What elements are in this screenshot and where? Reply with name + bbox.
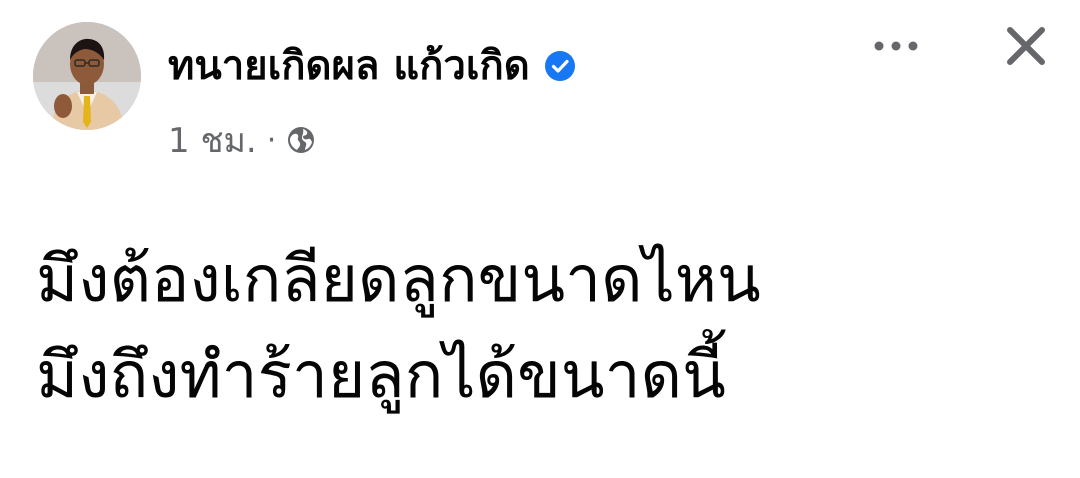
author-name[interactable]: ทนายเกิดผล แก้วเกิด (168, 38, 530, 94)
more-dots-icon (874, 41, 918, 51)
verified-badge-icon (544, 50, 576, 82)
close-icon (1007, 27, 1045, 65)
more-options-button[interactable] (866, 24, 926, 68)
post-body: มึงต้องเกลียดลูกขนาดไหน มึงถึงทำร้ายลูกไ… (36, 232, 1056, 424)
post-text-line-2: มึงถึงทำร้ายลูกได้ขนาดนี้ (36, 339, 726, 413)
facebook-post: ทนายเกิดผล แก้วเกิด 1 ชม. · มึงต้องเกลีย… (0, 0, 1080, 478)
author-avatar[interactable] (33, 22, 141, 130)
close-button[interactable] (998, 18, 1054, 74)
author-row: ทนายเกิดผล แก้วเกิด (168, 38, 576, 94)
post-text-line-1: มึงต้องเกลียดลูกขนาดไหน (36, 243, 761, 317)
avatar-image (33, 22, 141, 130)
post-meta: 1 ชม. · (168, 116, 316, 164)
globe-icon[interactable] (286, 125, 316, 155)
meta-separator: · (266, 122, 277, 158)
post-timestamp[interactable]: 1 ชม. (168, 113, 257, 167)
